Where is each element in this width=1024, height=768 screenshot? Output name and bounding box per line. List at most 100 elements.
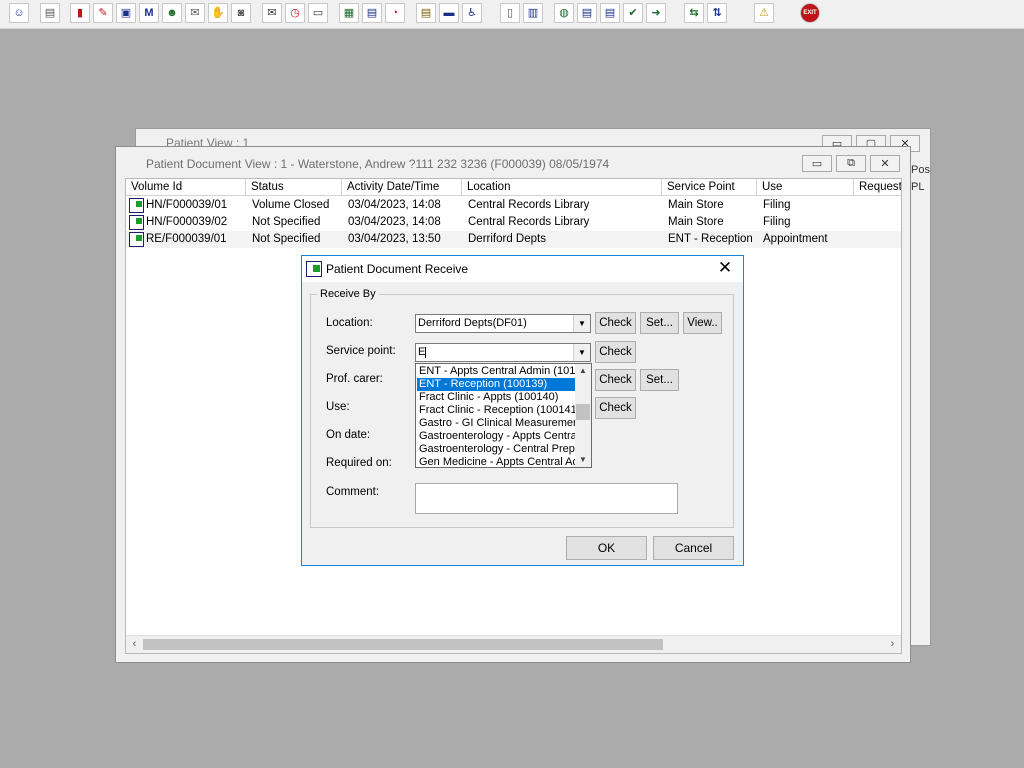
restore-button[interactable]: ⧉ — [836, 155, 866, 172]
column-header[interactable]: Use — [757, 179, 854, 196]
envelope-icon[interactable]: ✉ — [262, 3, 282, 23]
close-icon[interactable]: ✕ — [715, 258, 735, 278]
exit-icon[interactable]: EXIT — [800, 3, 820, 23]
list-header: Volume Id Status Activity Date/Time Locatio… — [126, 179, 901, 196]
flag-form-icon-glyph: ▤ — [604, 6, 616, 19]
prof-carer-set-button[interactable]: Set... — [640, 369, 679, 391]
scroll-thumb[interactable] — [143, 639, 663, 650]
horizontal-scrollbar[interactable]: ‹ › — [126, 635, 901, 653]
receive-by-legend: Receive By — [320, 288, 376, 300]
cell-use: Filing — [763, 216, 791, 228]
comment-field[interactable] — [415, 483, 678, 514]
tray-icon[interactable]: ▭ — [308, 3, 328, 23]
scroll-right-arrow[interactable]: › — [884, 636, 901, 653]
monitor-icon-glyph: ▣ — [120, 6, 132, 19]
service-point-input[interactable]: E — [418, 346, 425, 358]
dropdown-option[interactable]: Gastroenterology - Central Prep T — [417, 443, 577, 456]
exit-icon-glyph: EXIT — [803, 10, 817, 16]
column-header[interactable]: Requeste — [854, 179, 901, 196]
bar-chart-icon[interactable]: ▥ — [523, 3, 543, 23]
cancel-button[interactable]: Cancel — [653, 536, 734, 560]
monitor-icon[interactable]: ▣ — [116, 3, 136, 23]
note-icon[interactable]: ✉ — [185, 3, 205, 23]
globe-icon[interactable]: ◍ — [554, 3, 574, 23]
notebook-icon[interactable]: ▤ — [416, 3, 436, 23]
bed-icon[interactable]: ▬ — [439, 3, 459, 23]
dropdown-scroll-thumb[interactable] — [576, 404, 590, 420]
record-arrow-icon[interactable]: ➜ — [646, 3, 666, 23]
person-icon-glyph: ☻ — [166, 6, 178, 19]
location-check-button[interactable]: Check — [595, 312, 636, 334]
document-edit-icon-glyph: ✎ — [98, 6, 108, 19]
camera-icon[interactable]: ◙ — [231, 3, 251, 23]
gauge-icon[interactable]: ◔ — [385, 3, 405, 23]
chevron-down-icon[interactable]: ▼ — [573, 344, 590, 361]
globe-icon-glyph: ◍ — [559, 6, 569, 19]
location-set-button[interactable]: Set... — [640, 312, 679, 334]
blank-page-icon[interactable]: ▯ — [500, 3, 520, 23]
flag-form-icon[interactable]: ▤ — [600, 3, 620, 23]
service-point-check-button[interactable]: Check — [595, 341, 636, 363]
dropdown-option[interactable]: Gastroenterology - Appts Central — [417, 430, 577, 443]
dropdown-option[interactable]: Gastro - GI Clinical Measurement — [417, 417, 577, 430]
dropdown-option[interactable]: Fract Clinic - Appts (100140) — [417, 391, 577, 404]
table-row[interactable]: RE/F000039/01 Not Specified 03/04/2023, 13… — [126, 231, 901, 248]
on-date-label: On date: — [326, 429, 371, 441]
cell-status: Not Specified — [252, 216, 321, 228]
clock-icon[interactable]: ◷ — [285, 3, 305, 23]
m-letter-icon[interactable]: M — [139, 3, 159, 23]
document-edit-icon[interactable]: ✎ — [93, 3, 113, 23]
dropdown-option[interactable]: ENT - Appts Central Admin (1019 — [417, 365, 577, 378]
chevron-down-icon[interactable]: ▼ — [573, 315, 590, 332]
close-button[interactable]: ✕ — [870, 155, 900, 172]
screen-list-icon[interactable]: ▤ — [362, 3, 382, 23]
column-header[interactable]: Activity Date/Time — [342, 179, 462, 196]
chair-icon[interactable]: ♿ — [462, 3, 482, 23]
hand-card-icon[interactable]: ✋ — [208, 3, 228, 23]
screen-chart-icon[interactable]: ▦ — [339, 3, 359, 23]
use-check-button[interactable]: Check — [595, 397, 636, 419]
person-icon[interactable]: ☻ — [162, 3, 182, 23]
dropdown-option[interactable]: Fract Clinic - Reception (100141) — [417, 404, 577, 417]
prof-carer-check-button[interactable]: Check — [595, 369, 636, 391]
text-cursor — [425, 346, 427, 358]
warning-icon-glyph: ⚠ — [759, 6, 769, 19]
record-transfer-icon[interactable]: ⇆ — [684, 3, 704, 23]
blank-page-icon-glyph: ▯ — [506, 6, 514, 19]
dropdown-option[interactable]: Gen Medicine - Appts Central Adr — [417, 456, 577, 467]
column-header[interactable]: Volume Id — [126, 179, 246, 196]
service-point-dropdown-list[interactable]: ENT - Appts Central Admin (1019 ENT - Rec… — [415, 363, 592, 468]
dropdown-scrollbar[interactable]: ▲ ▼ — [575, 364, 591, 467]
form-icon-glyph: ▤ — [581, 6, 593, 19]
form-check-icon[interactable]: ✔ — [623, 3, 643, 23]
comment-label: Comment: — [326, 486, 380, 498]
location-view-button[interactable]: View.. — [683, 312, 722, 334]
form-icon[interactable]: ▤ — [577, 3, 597, 23]
service-point-combo[interactable]: E ▼ — [415, 343, 591, 362]
user-icon[interactable]: ☺ — [9, 3, 29, 23]
location-combo[interactable]: Derriford Depts(DF01) ▼ — [415, 314, 591, 333]
scroll-left-arrow[interactable]: ‹ — [126, 636, 143, 653]
book-icon[interactable]: ▮ — [70, 3, 90, 23]
gauge-icon-glyph: ◔ — [391, 6, 399, 19]
dialog-titlebar[interactable]: Patient Document Receive ✕ — [302, 256, 743, 282]
cell-use: Appointment — [763, 233, 828, 245]
document-view-titlebar[interactable]: Patient Document View : 1 - Waterstone, … — [116, 147, 910, 181]
column-header[interactable]: Status — [246, 179, 342, 196]
chevron-up-icon[interactable]: ▲ — [575, 364, 591, 378]
main-toolbar: ☺ ▤ ▮ ✎ ▣ M ☻ ✉ ✋ ◙ ✉ ◷ ▭ ▦ ▤ ◔ ▤ ▬ ♿ ▯ ▥ ◍ ▤ ▤ ✔ ➜ ⇆ ⇅ ⚠ EXIT — [0, 0, 1024, 29]
chevron-down-icon[interactable]: ▼ — [575, 453, 591, 467]
printer-icon[interactable]: ▤ — [40, 3, 60, 23]
minimize-button[interactable]: ▭ — [802, 155, 832, 172]
dropdown-option[interactable]: ENT - Reception (100139) — [417, 378, 577, 391]
column-header[interactable]: Location — [462, 179, 662, 196]
warning-icon[interactable]: ⚠ — [754, 3, 774, 23]
column-header[interactable]: Service Point — [662, 179, 757, 196]
table-row[interactable]: HN/F000039/02 Not Specified 03/04/2023, 14… — [126, 214, 901, 231]
ok-button[interactable]: OK — [566, 536, 647, 560]
bar-chart-icon-glyph: ▥ — [527, 6, 539, 19]
swap-arrows-icon[interactable]: ⇅ — [707, 3, 727, 23]
table-row[interactable]: HN/F000039/01 Volume Closed 03/04/2023, 14… — [126, 197, 901, 214]
book-icon-glyph: ▮ — [76, 6, 84, 19]
clock-icon-glyph: ◷ — [290, 6, 300, 19]
